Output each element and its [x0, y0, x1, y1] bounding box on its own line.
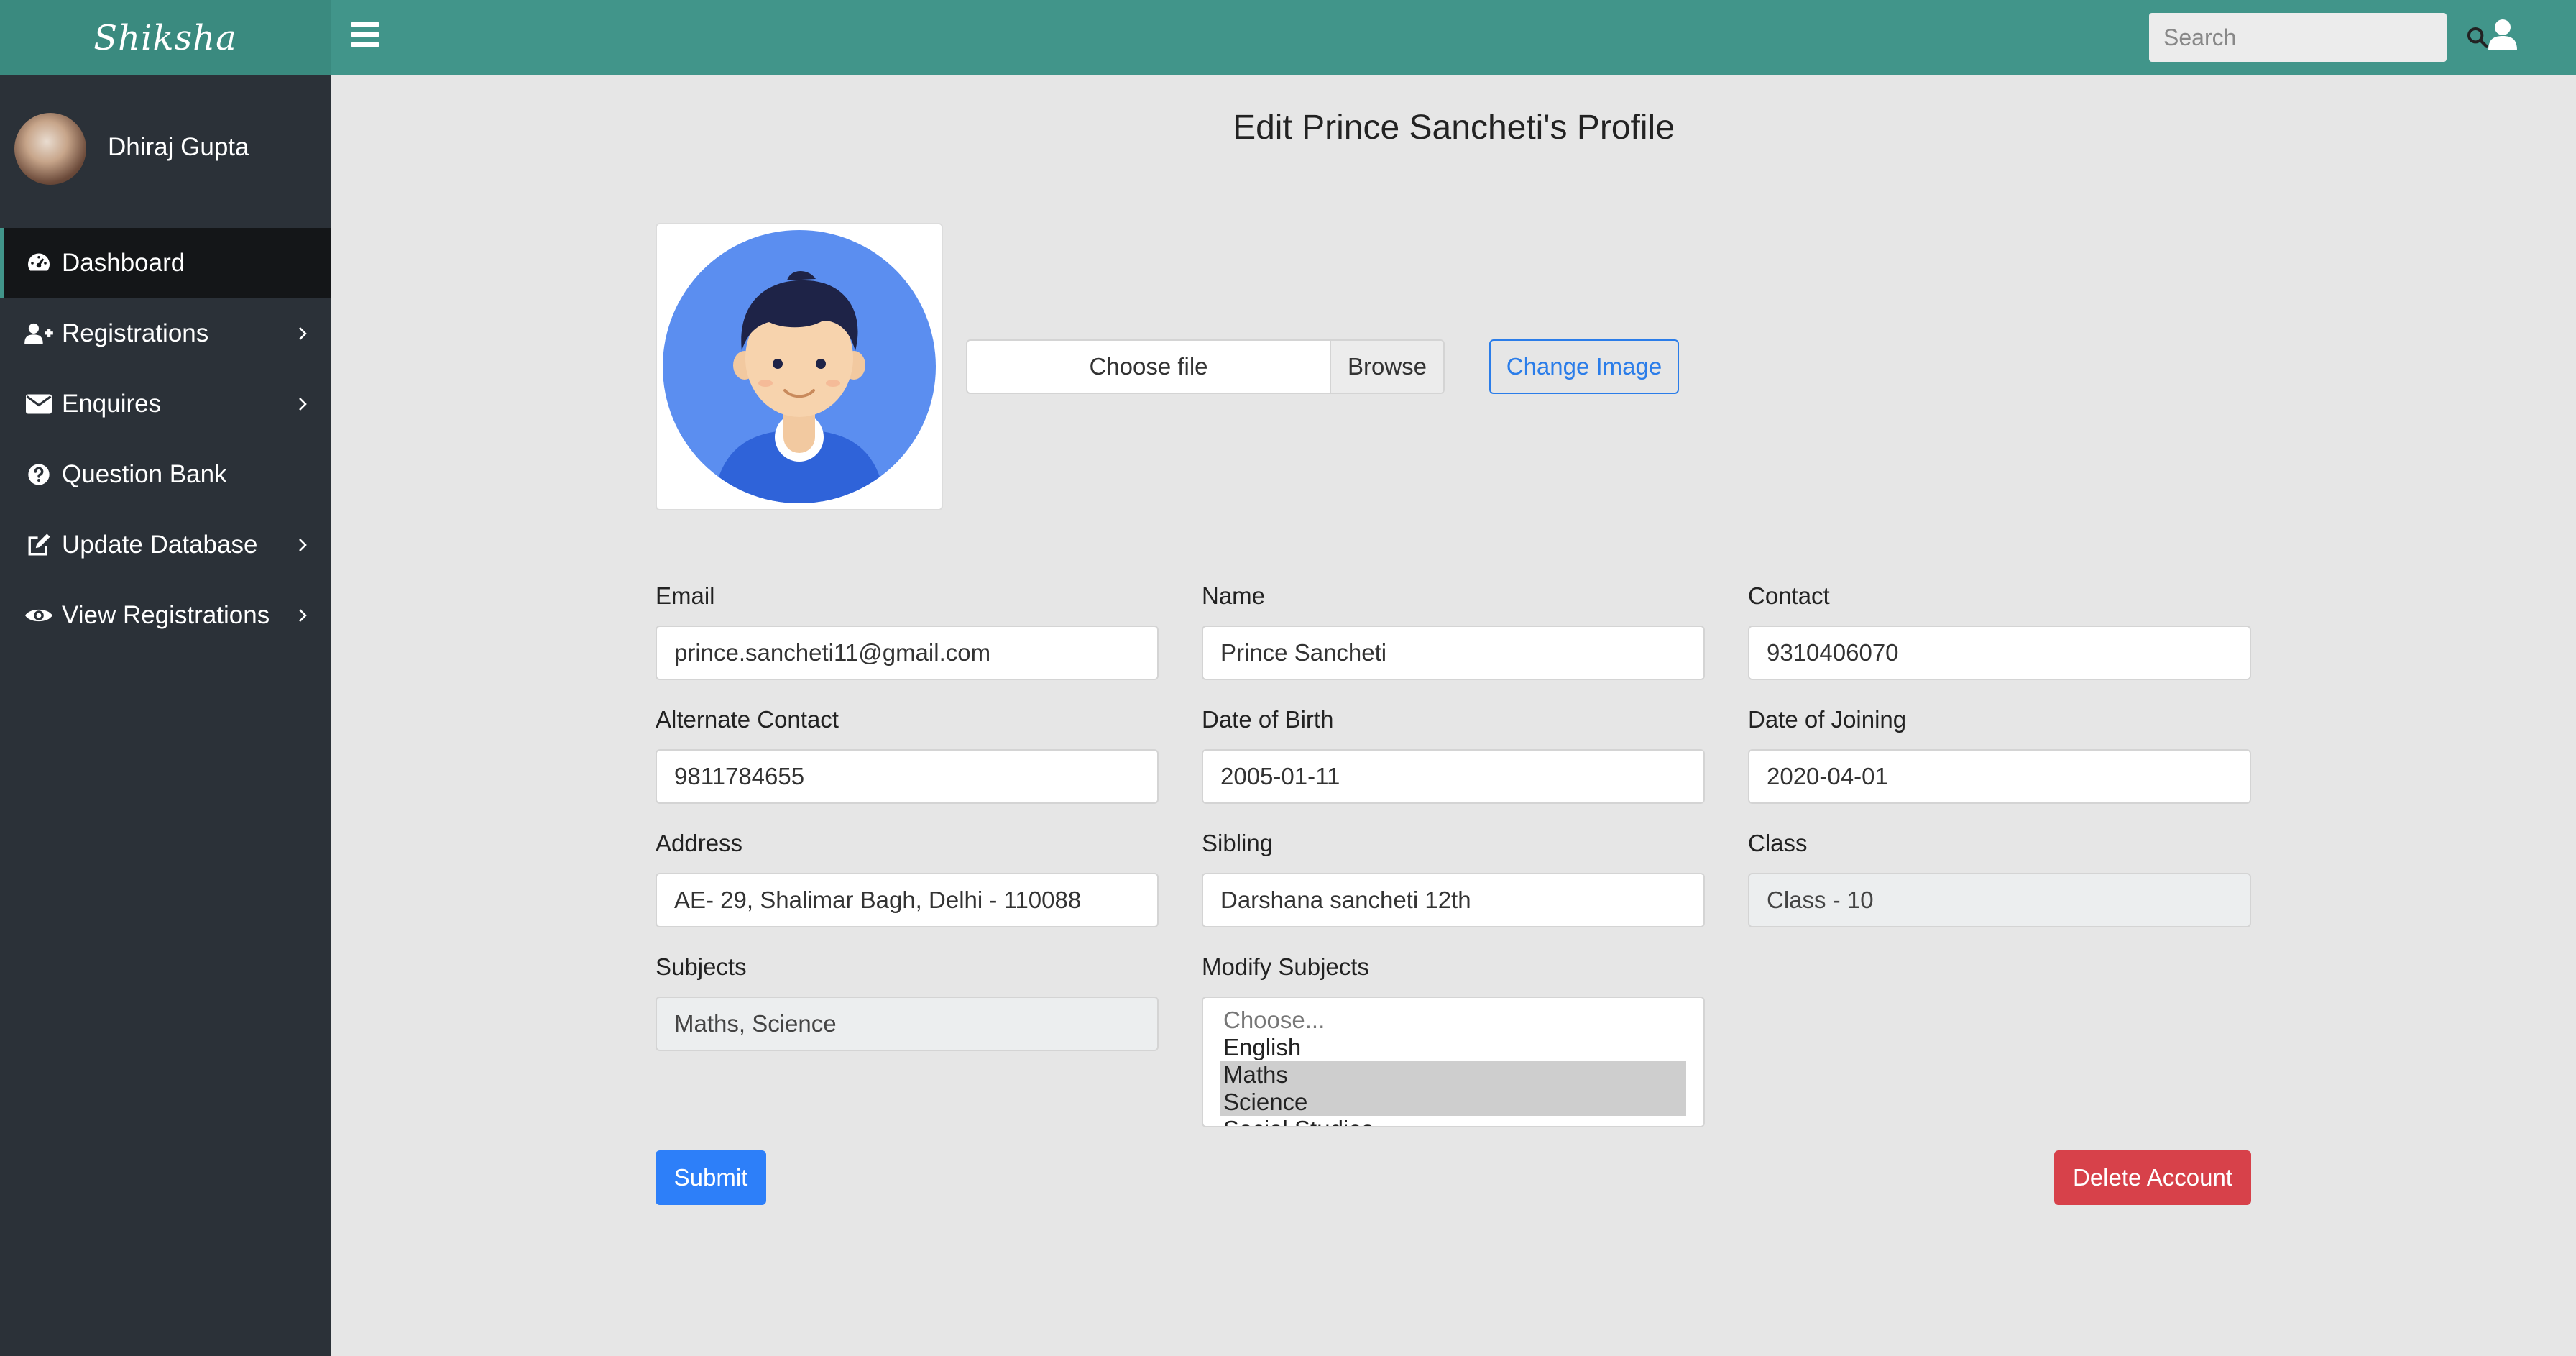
sidebar-item-label: Dashboard: [62, 249, 185, 277]
alternate-contact-label: Alternate Contact: [656, 706, 839, 733]
search-icon[interactable]: [2465, 13, 2490, 62]
sidebar-item-label: Registrations: [62, 319, 209, 347]
hamburger-menu-icon[interactable]: [349, 20, 381, 49]
chevron-right-icon: [298, 534, 312, 556]
dashboard-icon: [24, 249, 53, 278]
avatar[interactable]: [14, 113, 86, 185]
page-title: Edit Prince Sancheti's Profile: [1233, 109, 1675, 147]
modify-subjects-label: Modify Subjects: [1202, 953, 1369, 980]
contact-label: Contact: [1748, 582, 1830, 609]
question-circle-icon: [24, 460, 53, 489]
top-navbar: Shiksha: [0, 0, 2576, 75]
delete-account-button[interactable]: Delete Account: [2054, 1150, 2251, 1205]
profile-image-card: [656, 223, 943, 510]
sidebar-item-update-database[interactable]: Update Database: [0, 510, 331, 580]
subject-option[interactable]: Science: [1220, 1089, 1686, 1116]
sibling-field[interactable]: Darshana sancheti 12th: [1202, 873, 1705, 927]
subjects-label: Subjects: [656, 953, 747, 980]
subjects-field: Maths, Science: [656, 997, 1159, 1051]
subject-option[interactable]: Maths: [1220, 1061, 1686, 1089]
alternate-contact-field[interactable]: 9811784655: [656, 749, 1159, 804]
class-label: Class: [1748, 830, 1808, 856]
class-field: Class - 10: [1748, 873, 2251, 927]
eye-icon: [24, 601, 53, 630]
dob-label: Date of Birth: [1202, 706, 1334, 733]
email-field[interactable]: prince.sancheti11@gmail.com: [656, 626, 1159, 680]
sibling-label: Sibling: [1202, 830, 1274, 856]
submit-button[interactable]: Submit: [656, 1150, 766, 1205]
profile-avatar-image: [663, 230, 936, 503]
search-box: [2149, 13, 2488, 62]
name-field[interactable]: Prince Sancheti: [1202, 626, 1705, 680]
dob-field[interactable]: 2005-01-11: [1202, 749, 1705, 804]
modify-subjects-select[interactable]: Choose... English Maths Science Social S…: [1202, 997, 1705, 1127]
sidebar-item-label: Update Database: [62, 531, 258, 559]
envelope-icon: [24, 390, 53, 418]
sidebar-item-label: Question Bank: [62, 460, 227, 488]
subject-option[interactable]: Choose...: [1220, 1007, 1686, 1034]
brand-name: Shiksha: [93, 17, 237, 58]
name-label: Name: [1202, 582, 1266, 609]
sidebar-item-dashboard[interactable]: Dashboard: [0, 228, 331, 298]
doj-field[interactable]: 2020-04-01: [1748, 749, 2251, 804]
sidebar-nav: Dashboard Registrations Enquires Questio…: [0, 228, 331, 651]
sidebar-item-label: View Registrations: [62, 601, 270, 629]
user-icon[interactable]: [2488, 19, 2517, 52]
user-plus-icon: [24, 319, 53, 348]
sidebar-profile: Dhiraj Gupta: [0, 75, 331, 226]
email-label: Email: [656, 582, 715, 609]
doj-label: Date of Joining: [1748, 706, 1907, 733]
address-field[interactable]: AE- 29, Shalimar Bagh, Delhi - 110088: [656, 873, 1159, 927]
profile-name: Dhiraj Gupta: [108, 133, 249, 161]
subject-option[interactable]: English: [1220, 1034, 1686, 1061]
sidebar-item-view-registrations[interactable]: View Registrations: [0, 580, 331, 651]
sidebar-item-label: Enquires: [62, 390, 162, 418]
chevron-right-icon: [298, 393, 312, 415]
brand-logo[interactable]: Shiksha: [0, 0, 331, 75]
sidebar: Dhiraj Gupta Dashboard Registrations Enq…: [0, 75, 331, 1356]
edit-icon: [24, 531, 53, 559]
file-input[interactable]: Choose file Browse: [966, 339, 1445, 394]
sidebar-item-registrations[interactable]: Registrations: [0, 298, 331, 369]
chevron-right-icon: [298, 323, 312, 344]
file-input-label: Choose file: [1089, 353, 1208, 380]
chevron-right-icon: [298, 605, 312, 626]
search-input[interactable]: [2149, 13, 2465, 62]
sidebar-item-enquires[interactable]: Enquires: [0, 369, 331, 439]
browse-button[interactable]: Browse: [1330, 341, 1443, 393]
change-image-button[interactable]: Change Image: [1489, 339, 1679, 394]
sidebar-item-question-bank[interactable]: Question Bank: [0, 439, 331, 510]
address-label: Address: [656, 830, 743, 856]
contact-field[interactable]: 9310406070: [1748, 626, 2251, 680]
subject-option[interactable]: Social Studies: [1220, 1116, 1686, 1126]
